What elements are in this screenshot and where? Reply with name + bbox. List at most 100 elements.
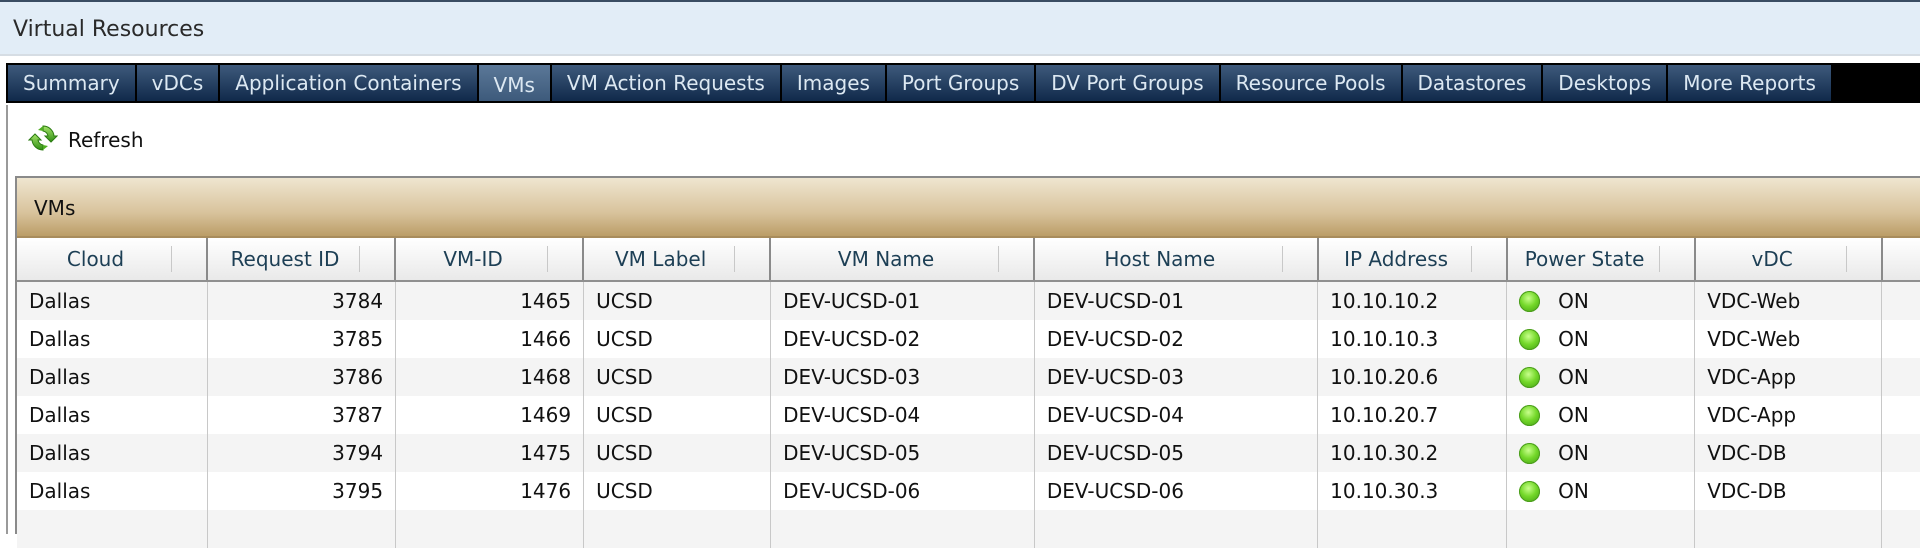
column-resize-handle[interactable] [998, 246, 999, 272]
tab-application-containers[interactable]: Application Containers [220, 65, 477, 101]
table-row[interactable]: Dallas 3795 1476 UCSD DEV-UCSD-06 DEV-UCSD-06… [17, 472, 1920, 510]
cell-vm-name: DEV-UCSD-03 [771, 358, 1035, 396]
power-state-text: ON [1558, 327, 1589, 351]
column-header-label: Power State [1524, 247, 1645, 271]
refresh-label: Refresh [68, 128, 144, 152]
cell-host-name: DEV-UCSD-06 [1035, 472, 1319, 510]
cell-cloud: Dallas [17, 396, 208, 434]
column-header-label: VM Name [837, 247, 935, 271]
cell-power-state: ON [1507, 282, 1696, 320]
column-resize-handle[interactable] [1470, 246, 1472, 272]
column-resize-handle[interactable] [171, 246, 172, 272]
refresh-button[interactable]: Refresh [27, 122, 144, 158]
cell-vm-name: DEV-UCSD-06 [771, 472, 1035, 510]
cell-vm-name [771, 510, 1035, 548]
cell-ip-address: 10.10.10.3 [1318, 320, 1508, 358]
table-row[interactable]: Dallas 3786 1468 UCSD DEV-UCSD-03 DEV-UCSD-03… [17, 358, 1920, 396]
tab-port-groups[interactable]: Port Groups [886, 65, 1035, 101]
column-header-vm-label[interactable]: VM Label [584, 238, 772, 280]
column-resize-handle[interactable] [359, 246, 361, 272]
tab-images[interactable]: Images [781, 65, 885, 101]
table-row[interactable]: Dallas 3794 1475 UCSD DEV-UCSD-05 DEV-UCSD-05… [17, 434, 1920, 472]
tab-more-reports[interactable]: More Reports [1668, 65, 1831, 101]
tab-vms[interactable]: VMs [478, 65, 550, 101]
column-header-host-name[interactable]: Host Name [1035, 238, 1319, 280]
cell-vm-name: DEV-UCSD-04 [771, 396, 1035, 434]
cell-request-id: 3794 [208, 434, 397, 472]
tab-bar: Summary vDCs Application Containers VMs … [6, 63, 1920, 103]
cell-vm-label: UCSD [584, 282, 772, 320]
cell-cloud: Dallas [17, 358, 208, 396]
cell-vdc: VDC-Web [1695, 320, 1883, 358]
column-resize-handle[interactable] [1845, 246, 1847, 272]
cell-host-name: DEV-UCSD-04 [1035, 396, 1319, 434]
cell-request-id: 3795 [208, 472, 397, 510]
cell-vm-label: UCSD [584, 320, 772, 358]
cell-vdc: VDC-Web [1695, 282, 1883, 320]
column-header-label: IP Address [1344, 247, 1449, 271]
column-header-vm-name[interactable]: VM Name [771, 238, 1035, 280]
cell-power-state [1507, 510, 1696, 548]
vms-table: Cloud Request ID VM-ID VM Label VM Name Host … [17, 238, 1920, 548]
column-header-request-id[interactable]: Request ID [208, 238, 397, 280]
column-resize-handle[interactable] [547, 246, 549, 272]
column-header-vm-id[interactable]: VM-ID [396, 238, 585, 280]
cell-vm-label: UCSD [584, 358, 772, 396]
cell-power-state: ON [1507, 358, 1696, 396]
cell-ip-address: 10.10.30.2 [1318, 434, 1508, 472]
tab-summary[interactable]: Summary [8, 65, 135, 101]
column-resize-handle[interactable] [734, 246, 736, 272]
cell-vm-label: UCSD [584, 396, 772, 434]
cell-extra [1882, 358, 1920, 396]
power-state-text: ON [1558, 289, 1589, 313]
tab-dv-port-groups[interactable]: DV Port Groups [1036, 65, 1219, 101]
column-header-label: Host Name [1104, 247, 1216, 271]
column-resize-handle[interactable] [1281, 246, 1283, 272]
cell-vm-label [584, 510, 772, 548]
cell-vdc: VDC-DB [1695, 434, 1883, 472]
tab-vm-action-requests[interactable]: VM Action Requests [551, 65, 780, 101]
cell-vm-id [396, 510, 585, 548]
column-header-label: vDC [1751, 247, 1793, 271]
cell-cloud: Dallas [17, 282, 208, 320]
column-header-label: Cloud [66, 247, 125, 271]
column-header-extra[interactable] [1883, 238, 1920, 280]
tab-datastores[interactable]: Datastores [1402, 65, 1542, 101]
cell-host-name: DEV-UCSD-05 [1035, 434, 1319, 472]
cell-ip-address: 10.10.20.7 [1318, 396, 1508, 434]
cell-cloud: Dallas [17, 434, 208, 472]
panel-title: VMs [17, 178, 1920, 238]
table-body: Dallas 3784 1465 UCSD DEV-UCSD-01 DEV-UCSD-01… [17, 282, 1920, 548]
cell-vm-id: 1465 [396, 282, 585, 320]
tab-resource-pools[interactable]: Resource Pools [1220, 65, 1401, 101]
cell-ip-address [1318, 510, 1508, 548]
table-row[interactable]: Dallas 3785 1466 UCSD DEV-UCSD-02 DEV-UCSD-02… [17, 320, 1920, 358]
refresh-icon [27, 122, 59, 158]
cell-power-state: ON [1507, 320, 1696, 358]
table-row[interactable]: Dallas 3784 1465 UCSD DEV-UCSD-01 DEV-UCSD-01… [17, 282, 1920, 320]
column-header-cloud[interactable]: Cloud [17, 238, 208, 280]
column-header-label: VM Label [615, 247, 707, 271]
tab-vdcs[interactable]: vDCs [136, 65, 219, 101]
cell-vm-label: UCSD [584, 434, 772, 472]
table-row[interactable] [17, 510, 1920, 548]
tab-desktops[interactable]: Desktops [1543, 65, 1667, 101]
cell-vm-id: 1476 [396, 472, 585, 510]
cell-extra [1882, 396, 1920, 434]
cell-vdc [1695, 510, 1883, 548]
column-header-power-state[interactable]: Power State [1508, 238, 1696, 280]
cell-request-id: 3784 [208, 282, 397, 320]
cell-power-state: ON [1507, 396, 1696, 434]
vms-panel: VMs Cloud Request ID VM-ID VM Label VM Name H… [15, 176, 1920, 548]
column-header-vdc[interactable]: vDC [1696, 238, 1883, 280]
cell-cloud: Dallas [17, 320, 208, 358]
column-resize-handle[interactable] [1658, 246, 1660, 272]
column-header-ip-address[interactable]: IP Address [1319, 238, 1508, 280]
title-bar: Virtual Resources [0, 0, 1920, 56]
cell-vdc: VDC-App [1695, 358, 1883, 396]
cell-request-id: 3787 [208, 396, 397, 434]
cell-extra [1882, 320, 1920, 358]
cell-cloud: Dallas [17, 472, 208, 510]
power-state-text: ON [1558, 441, 1589, 465]
table-row[interactable]: Dallas 3787 1469 UCSD DEV-UCSD-04 DEV-UCSD-04… [17, 396, 1920, 434]
